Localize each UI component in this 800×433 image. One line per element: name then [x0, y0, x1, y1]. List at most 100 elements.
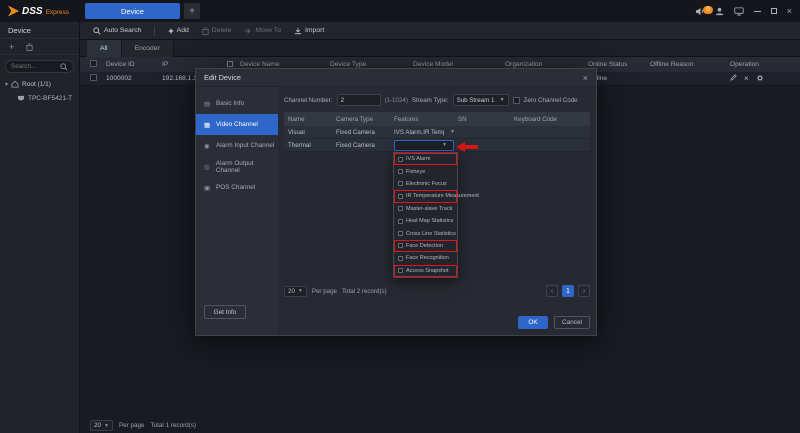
ok-button[interactable]: OK — [518, 316, 548, 329]
arrow-tail — [465, 145, 478, 149]
nav-alarm-input-channel[interactable]: ◉ Alarm Input Channel — [196, 135, 278, 156]
stream-type-select[interactable]: Sub Stream 1 ▼ — [453, 94, 509, 106]
monitor-icon — [734, 7, 744, 16]
get-info-button[interactable]: Get Info — [204, 305, 246, 319]
checkbox-icon[interactable] — [398, 256, 403, 261]
dropdown-item-cross-line-statistics[interactable]: Cross Line Statistics — [394, 227, 457, 239]
tree-node-root[interactable]: ▾ Root (1/1) — [0, 77, 79, 91]
config-device-icon-button[interactable] — [756, 74, 764, 84]
per-page-value: 20 — [288, 288, 295, 295]
top-tab-device[interactable]: Device — [85, 3, 180, 19]
chevron-down-icon: ▼ — [450, 129, 455, 135]
modal-close-button[interactable]: × — [583, 73, 588, 83]
checkbox-icon[interactable] — [398, 169, 403, 174]
modal-title: Edit Device — [204, 73, 241, 82]
dropdown-item-master-slave-track[interactable]: Master-slave Track — [394, 203, 457, 215]
checkbox-icon[interactable] — [398, 157, 403, 162]
organization-icon — [11, 80, 19, 88]
per-page-select[interactable]: 20 ▼ — [90, 420, 113, 431]
col-device-model: Device Model — [413, 61, 505, 68]
add-tab-button[interactable]: + — [184, 3, 200, 19]
edit-device-icon-button[interactable] — [730, 74, 737, 83]
prev-page-button[interactable]: ‹ — [546, 285, 558, 297]
toolbar-divider — [154, 26, 155, 36]
col-offline-reason: Offline Reason — [650, 61, 730, 68]
stream-type-label: Stream Type: — [412, 97, 449, 104]
chevron-down-icon: ▼ — [442, 142, 447, 148]
annotation-arrow — [456, 142, 478, 152]
channel-number-input[interactable] — [337, 94, 381, 106]
dropdown-item-face-recognition[interactable]: Face Recognition — [394, 252, 457, 264]
features-value: IVS Alarm,IR Temperat... — [394, 129, 444, 136]
maximize-icon — [771, 8, 777, 14]
maximize-button[interactable] — [771, 7, 777, 16]
brand-dss: DSS — [22, 6, 43, 17]
row-checkbox[interactable] — [90, 74, 97, 81]
user-button[interactable] — [715, 7, 724, 16]
tab-all[interactable]: All — [87, 40, 122, 57]
nav-alarm-output-channel[interactable]: ◎ Alarm Output Channel — [196, 156, 278, 177]
delete-device-button[interactable]: Delete — [202, 27, 232, 35]
dropdown-item-label: Master-slave Track — [406, 206, 452, 212]
stream-type-value: Sub Stream 1 — [457, 97, 495, 104]
add-device-button[interactable]: + Add — [168, 26, 188, 36]
cell-device-id: 1000002 — [106, 75, 162, 82]
tab-encoder[interactable]: Encoder — [122, 40, 174, 57]
checkbox-icon[interactable] — [398, 181, 403, 186]
dropdown-item-heat-map-statistics[interactable]: Heat Map Statistics — [394, 215, 457, 227]
dropdown-item-ir-temperature-measurement[interactable]: IR Temperature Measurement — [394, 190, 457, 202]
tree-node-device[interactable]: TPC-BF5421-T — [0, 91, 79, 105]
select-all-checkbox[interactable] — [90, 60, 97, 67]
checkbox-icon[interactable] — [398, 194, 403, 199]
delete-label: Delete — [212, 27, 232, 34]
checkbox-icon[interactable] — [398, 219, 403, 224]
dropdown-item-electronic-focus[interactable]: Electronic Focus — [394, 178, 457, 190]
checkbox-icon[interactable] — [398, 206, 403, 211]
current-page-button[interactable]: 1 — [562, 285, 574, 297]
alarm-sound-button[interactable]: 0 — [695, 7, 705, 16]
x-icon: × — [744, 74, 749, 83]
nav-pos-channel[interactable]: ▣ POS Channel — [196, 177, 278, 198]
nav-label: Video Channel — [216, 121, 258, 128]
add-organization-button[interactable]: + — [9, 42, 14, 52]
column-settings-icon[interactable] — [227, 61, 233, 67]
auto-search-button[interactable]: Auto Search — [93, 27, 141, 35]
dropdown-item-access-snapshot[interactable]: Access Snapshot — [394, 265, 457, 277]
per-page-label: Per page — [312, 288, 337, 295]
col-name: Name — [284, 116, 336, 123]
dropdown-item-ivs-alarm[interactable]: IVS Alarm — [394, 153, 457, 165]
modal-nav: ▤ Basic Info ▦ Video Channel ◉ Alarm Inp… — [196, 87, 278, 335]
next-page-button[interactable]: › — [578, 285, 590, 297]
search-input[interactable] — [11, 63, 57, 70]
cancel-button[interactable]: Cancel — [554, 316, 590, 329]
features-select-visual[interactable]: IVS Alarm,IR Temperat... ▼ — [394, 129, 458, 136]
delete-device-icon-button[interactable]: × — [744, 74, 749, 83]
checkbox-icon[interactable] — [398, 268, 403, 273]
dropdown-item-label: Fisheye — [406, 169, 425, 175]
sidebar-search[interactable] — [5, 60, 74, 73]
checkbox-icon[interactable] — [398, 231, 403, 236]
import-button[interactable]: Import — [294, 27, 324, 35]
features-dropdown-list: IVS Alarm Fisheye Electronic Focus IR Te… — [393, 152, 458, 278]
fullscreen-button[interactable] — [734, 7, 744, 16]
pencil-icon — [730, 74, 737, 81]
features-select-thermal[interactable]: ▼ — [394, 140, 454, 151]
user-icon — [715, 7, 724, 16]
dropdown-item-face-detection[interactable]: Face Detection — [394, 240, 457, 252]
minimize-button[interactable] — [754, 7, 761, 16]
chevron-down-icon: ▼ — [500, 97, 505, 103]
checkbox-icon[interactable] — [398, 243, 403, 248]
zero-channel-checkbox[interactable] — [513, 97, 520, 104]
page-footer: 20 ▼ Per page Total 1 record(s) — [80, 418, 800, 433]
dropdown-item-fisheye[interactable]: Fisheye — [394, 165, 457, 177]
nav-video-channel[interactable]: ▦ Video Channel — [196, 114, 278, 135]
col-camera-type: Camera Type — [336, 116, 394, 123]
move-to-button[interactable]: Move To — [244, 27, 281, 35]
chevron-down-icon[interactable]: ▾ — [5, 81, 8, 88]
close-button[interactable]: × — [787, 7, 792, 16]
chevron-down-icon: ▼ — [298, 288, 303, 294]
delete-organization-button[interactable] — [26, 38, 33, 56]
modal-per-page-select[interactable]: 20 ▼ — [284, 286, 307, 297]
nav-basic-info[interactable]: ▤ Basic Info — [196, 93, 278, 114]
col-operation: Operation — [730, 61, 800, 68]
